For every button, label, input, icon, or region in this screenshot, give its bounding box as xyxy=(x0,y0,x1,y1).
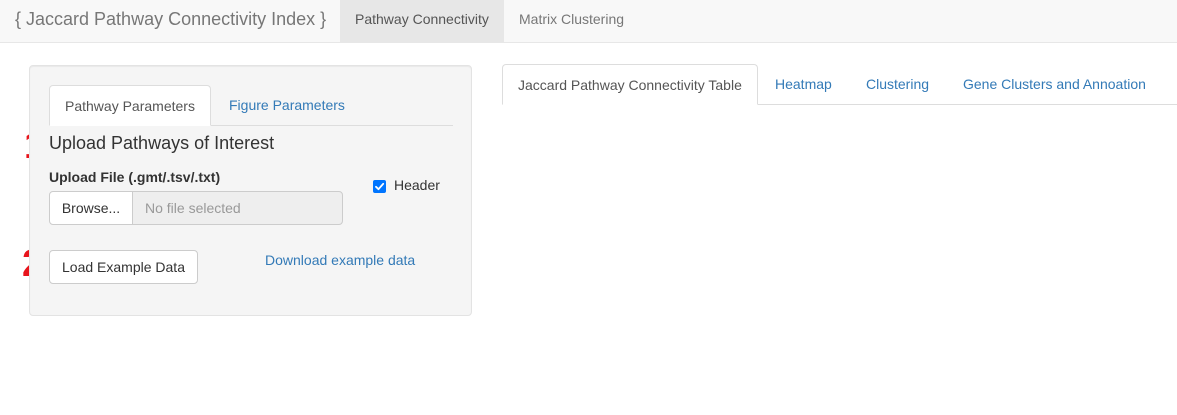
tab-jaccard-table[interactable]: Jaccard Pathway Connectivity Table xyxy=(502,64,758,105)
file-name-display: No file selected xyxy=(132,191,343,225)
upload-file-label: Upload File (.gmt/.tsv/.txt) xyxy=(49,169,221,185)
header-checkbox[interactable] xyxy=(373,180,386,193)
browse-button[interactable]: Browse... xyxy=(49,191,133,225)
nav-pathway-connectivity[interactable]: Pathway Connectivity xyxy=(340,0,504,42)
top-navbar: { Jaccard Pathway Connectivity Index } P… xyxy=(0,0,1177,43)
file-upload-input[interactable]: Browse... No file selected xyxy=(49,191,343,225)
header-checkbox-label[interactable]: Header xyxy=(394,177,440,193)
checkmark-icon xyxy=(375,182,385,191)
tab-clustering[interactable]: Clustering xyxy=(851,64,944,105)
tab-pathway-parameters[interactable]: Pathway Parameters xyxy=(49,85,211,126)
download-example-data-link[interactable]: Download example data xyxy=(265,252,415,268)
app-brand-title[interactable]: { Jaccard Pathway Connectivity Index } xyxy=(15,0,326,42)
tab-figure-parameters[interactable]: Figure Parameters xyxy=(214,85,360,126)
sidebar-panel: Pathway Parameters Figure Parameters Upl… xyxy=(29,65,472,316)
tab-gene-clusters[interactable]: Gene Clusters and Annoation xyxy=(948,64,1161,105)
upload-section-title: Upload Pathways of Interest xyxy=(49,133,275,153)
load-example-data-button[interactable]: Load Example Data xyxy=(49,250,198,284)
nav-matrix-clustering[interactable]: Matrix Clustering xyxy=(504,0,639,42)
tab-heatmap[interactable]: Heatmap xyxy=(760,64,847,105)
